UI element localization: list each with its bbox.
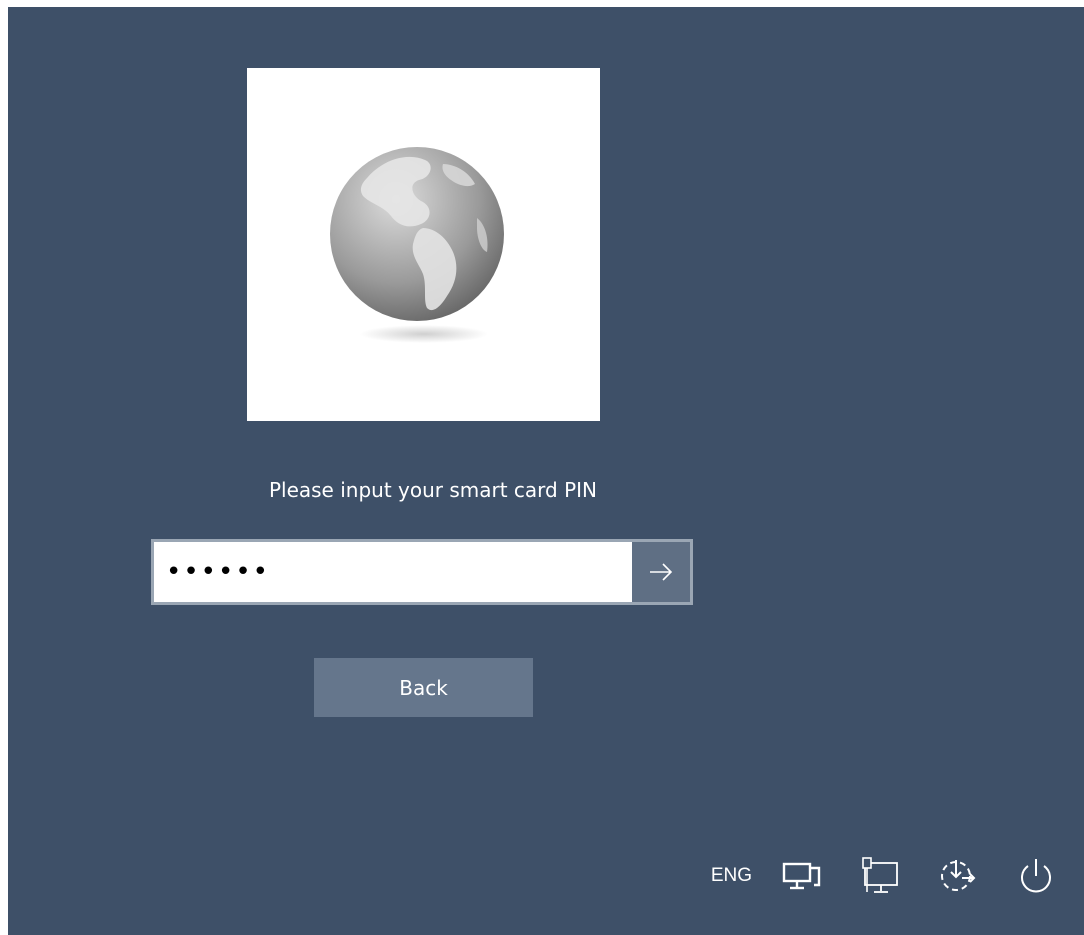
- pin-field: [151, 539, 693, 605]
- arrow-right-icon: [650, 563, 673, 581]
- system-tray: ENG: [711, 846, 1084, 906]
- globe-icon: [330, 147, 504, 343]
- network-icon[interactable]: [782, 856, 822, 896]
- ease-of-access-icon[interactable]: [938, 856, 978, 896]
- lock-screen: Please input your smart card PIN Back EN…: [8, 7, 1084, 935]
- pin-prompt: Please input your smart card PIN: [268, 478, 598, 502]
- submit-button[interactable]: [632, 542, 690, 602]
- remote-desktop-icon[interactable]: [860, 856, 900, 896]
- pin-input[interactable]: [154, 542, 632, 602]
- back-button[interactable]: Back: [314, 658, 533, 717]
- user-picture-tile: [247, 68, 600, 421]
- power-icon[interactable]: [1016, 856, 1056, 896]
- language-indicator[interactable]: ENG: [711, 865, 752, 887]
